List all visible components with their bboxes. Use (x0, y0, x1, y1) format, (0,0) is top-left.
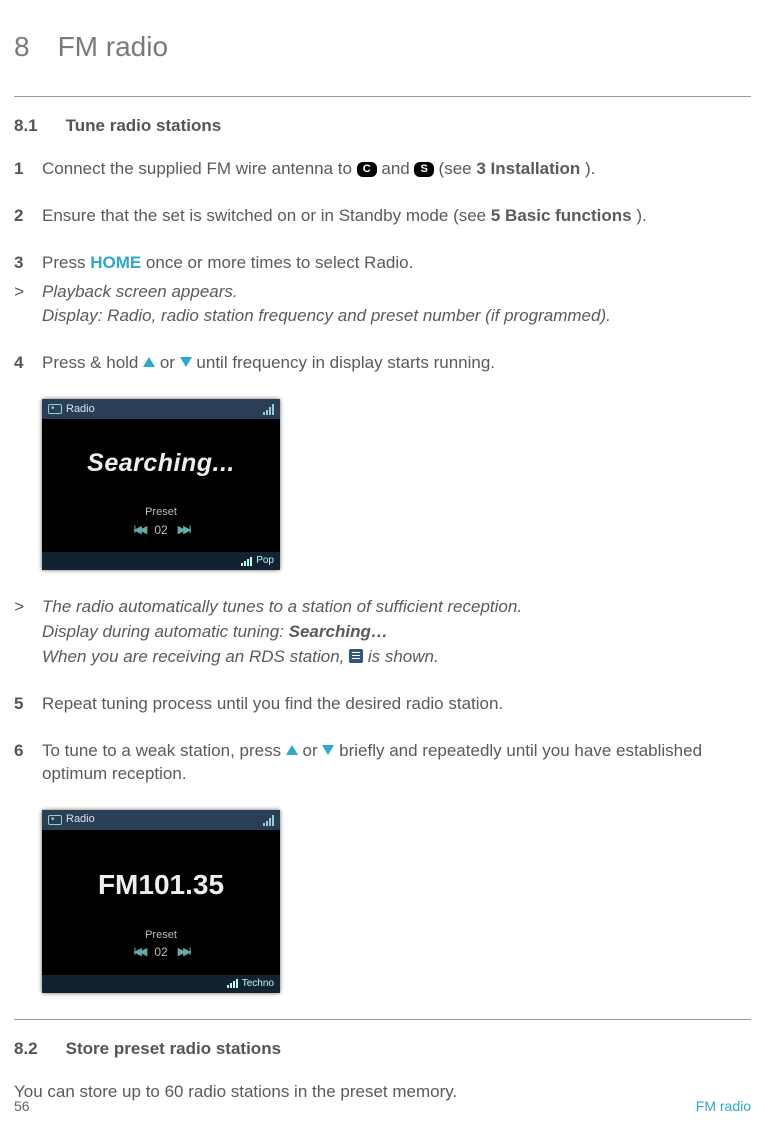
device-preset-row: I◀◀ 02 ▶▶I (42, 522, 280, 538)
chapter-heading: 8 FM radio (14, 28, 751, 66)
device-main-text: FM101.35 (42, 866, 280, 904)
step-body: Connect the supplied FM wire antenna to … (42, 158, 751, 183)
text: ). (636, 206, 646, 225)
text: Repeat tuning process until you find the… (42, 693, 751, 716)
ref-bold: 5 Basic functions (491, 206, 632, 225)
device-main-text: Searching... (42, 447, 280, 481)
step-number: 1 (14, 158, 42, 183)
device-screenshot-frequency: Radio FM101.35 Preset I◀◀ 02 ▶▶I Techno (42, 810, 280, 993)
result-body: Playback screen appears. Display: Radio,… (42, 281, 751, 331)
device-header-label: Radio (66, 402, 95, 417)
step-body: Repeat tuning process until you find the… (42, 693, 751, 718)
result-marker: > (14, 596, 42, 671)
step-body: Press HOME once or more times to select … (42, 252, 751, 277)
device-preset-label: Preset (42, 928, 280, 943)
s-badge-icon: S (414, 162, 433, 177)
step-4: 4 Press & hold or until frequency in dis… (14, 352, 751, 377)
signal-icon (263, 814, 274, 826)
step-number: 6 (14, 740, 42, 788)
step-body: To tune to a weak station, press or brie… (42, 740, 751, 788)
device-genre: Techno (242, 977, 274, 991)
text: or (303, 741, 323, 760)
device-genre: Pop (256, 554, 274, 568)
rds-icon (349, 649, 363, 663)
device-screenshot-searching: Radio Searching... Preset I◀◀ 02 ▶▶I Pop (42, 399, 280, 570)
seek-forward-icon: ▶▶I (178, 523, 189, 538)
device-preset-number: 02 (154, 944, 167, 960)
ref-bold: 3 Installation (476, 159, 580, 178)
seek-forward-icon: ▶▶I (178, 945, 189, 960)
bars-icon (227, 979, 238, 988)
down-arrow-icon (180, 357, 192, 367)
result-3: > Playback screen appears. Display: Radi… (14, 281, 751, 331)
text: (see (439, 159, 477, 178)
radio-icon (48, 404, 62, 414)
step-body: Ensure that the set is switched on or in… (42, 205, 751, 230)
text: ). (585, 159, 595, 178)
text: To tune to a weak station, press (42, 741, 286, 760)
result-4: > The radio automatically tunes to a sta… (14, 596, 751, 671)
text: Display: Radio, radio station frequency … (42, 305, 751, 328)
device-footer: Techno (42, 975, 280, 993)
device-header: Radio (42, 810, 280, 830)
text: When you are receiving an RDS station, (42, 647, 349, 666)
chapter-number: 8 (14, 28, 30, 66)
step-number: 5 (14, 693, 42, 718)
footer-label: FM radio (696, 1097, 751, 1116)
searching-bold: Searching… (289, 622, 388, 641)
up-arrow-icon (143, 357, 155, 367)
divider (14, 1019, 751, 1020)
up-arrow-icon (286, 745, 298, 755)
section-number: 8.2 (14, 1038, 38, 1061)
section-heading: 8.1 Tune radio stations (14, 115, 751, 138)
text: and (381, 159, 414, 178)
radio-icon (48, 815, 62, 825)
device-preset-row: I◀◀ 02 ▶▶I (42, 944, 280, 960)
device-preset-number: 02 (154, 522, 167, 538)
page-number: 56 (14, 1097, 30, 1116)
step-number: 3 (14, 252, 42, 277)
chapter-title: FM radio (58, 28, 168, 66)
device-footer: Pop (42, 552, 280, 570)
device-body: Searching... Preset I◀◀ 02 ▶▶I (42, 419, 280, 552)
text: Press (42, 253, 90, 272)
page-footer: 56 FM radio (14, 1097, 751, 1116)
divider (14, 96, 751, 97)
text: Display during automatic tuning: (42, 622, 289, 641)
text: Connect the supplied FM wire antenna to (42, 159, 357, 178)
bars-icon (241, 557, 252, 566)
text: Playback screen appears. (42, 281, 751, 304)
c-badge-icon: C (357, 162, 377, 177)
device-header-label: Radio (66, 812, 95, 827)
text: once or more times to select Radio. (146, 253, 413, 272)
step-2: 2 Ensure that the set is switched on or … (14, 205, 751, 230)
section-number: 8.1 (14, 115, 38, 138)
text: until frequency in display starts runnin… (196, 353, 495, 372)
text: Ensure that the set is switched on or in… (42, 206, 491, 225)
device-preset-label: Preset (42, 505, 280, 520)
home-key: HOME (90, 253, 141, 272)
device-body: FM101.35 Preset I◀◀ 02 ▶▶I (42, 830, 280, 975)
down-arrow-icon (322, 745, 334, 755)
step-3: 3 Press HOME once or more times to selec… (14, 252, 751, 277)
seek-back-icon: I◀◀ (133, 523, 144, 538)
text: or (160, 353, 180, 372)
signal-icon (263, 403, 274, 415)
result-body: The radio automatically tunes to a stati… (42, 596, 751, 671)
device-header: Radio (42, 399, 280, 419)
section-title: Store preset radio stations (66, 1038, 281, 1061)
step-6: 6 To tune to a weak station, press or br… (14, 740, 751, 788)
step-number: 2 (14, 205, 42, 230)
step-number: 4 (14, 352, 42, 377)
seek-back-icon: I◀◀ (133, 945, 144, 960)
text: is shown. (368, 647, 439, 666)
step-5: 5 Repeat tuning process until you find t… (14, 693, 751, 718)
step-body: Press & hold or until frequency in displ… (42, 352, 751, 377)
text: Press & hold (42, 353, 143, 372)
step-1: 1 Connect the supplied FM wire antenna t… (14, 158, 751, 183)
section-title: Tune radio stations (66, 115, 222, 138)
section-heading: 8.2 Store preset radio stations (14, 1038, 751, 1061)
text: The radio automatically tunes to a stati… (42, 596, 751, 619)
result-marker: > (14, 281, 42, 331)
